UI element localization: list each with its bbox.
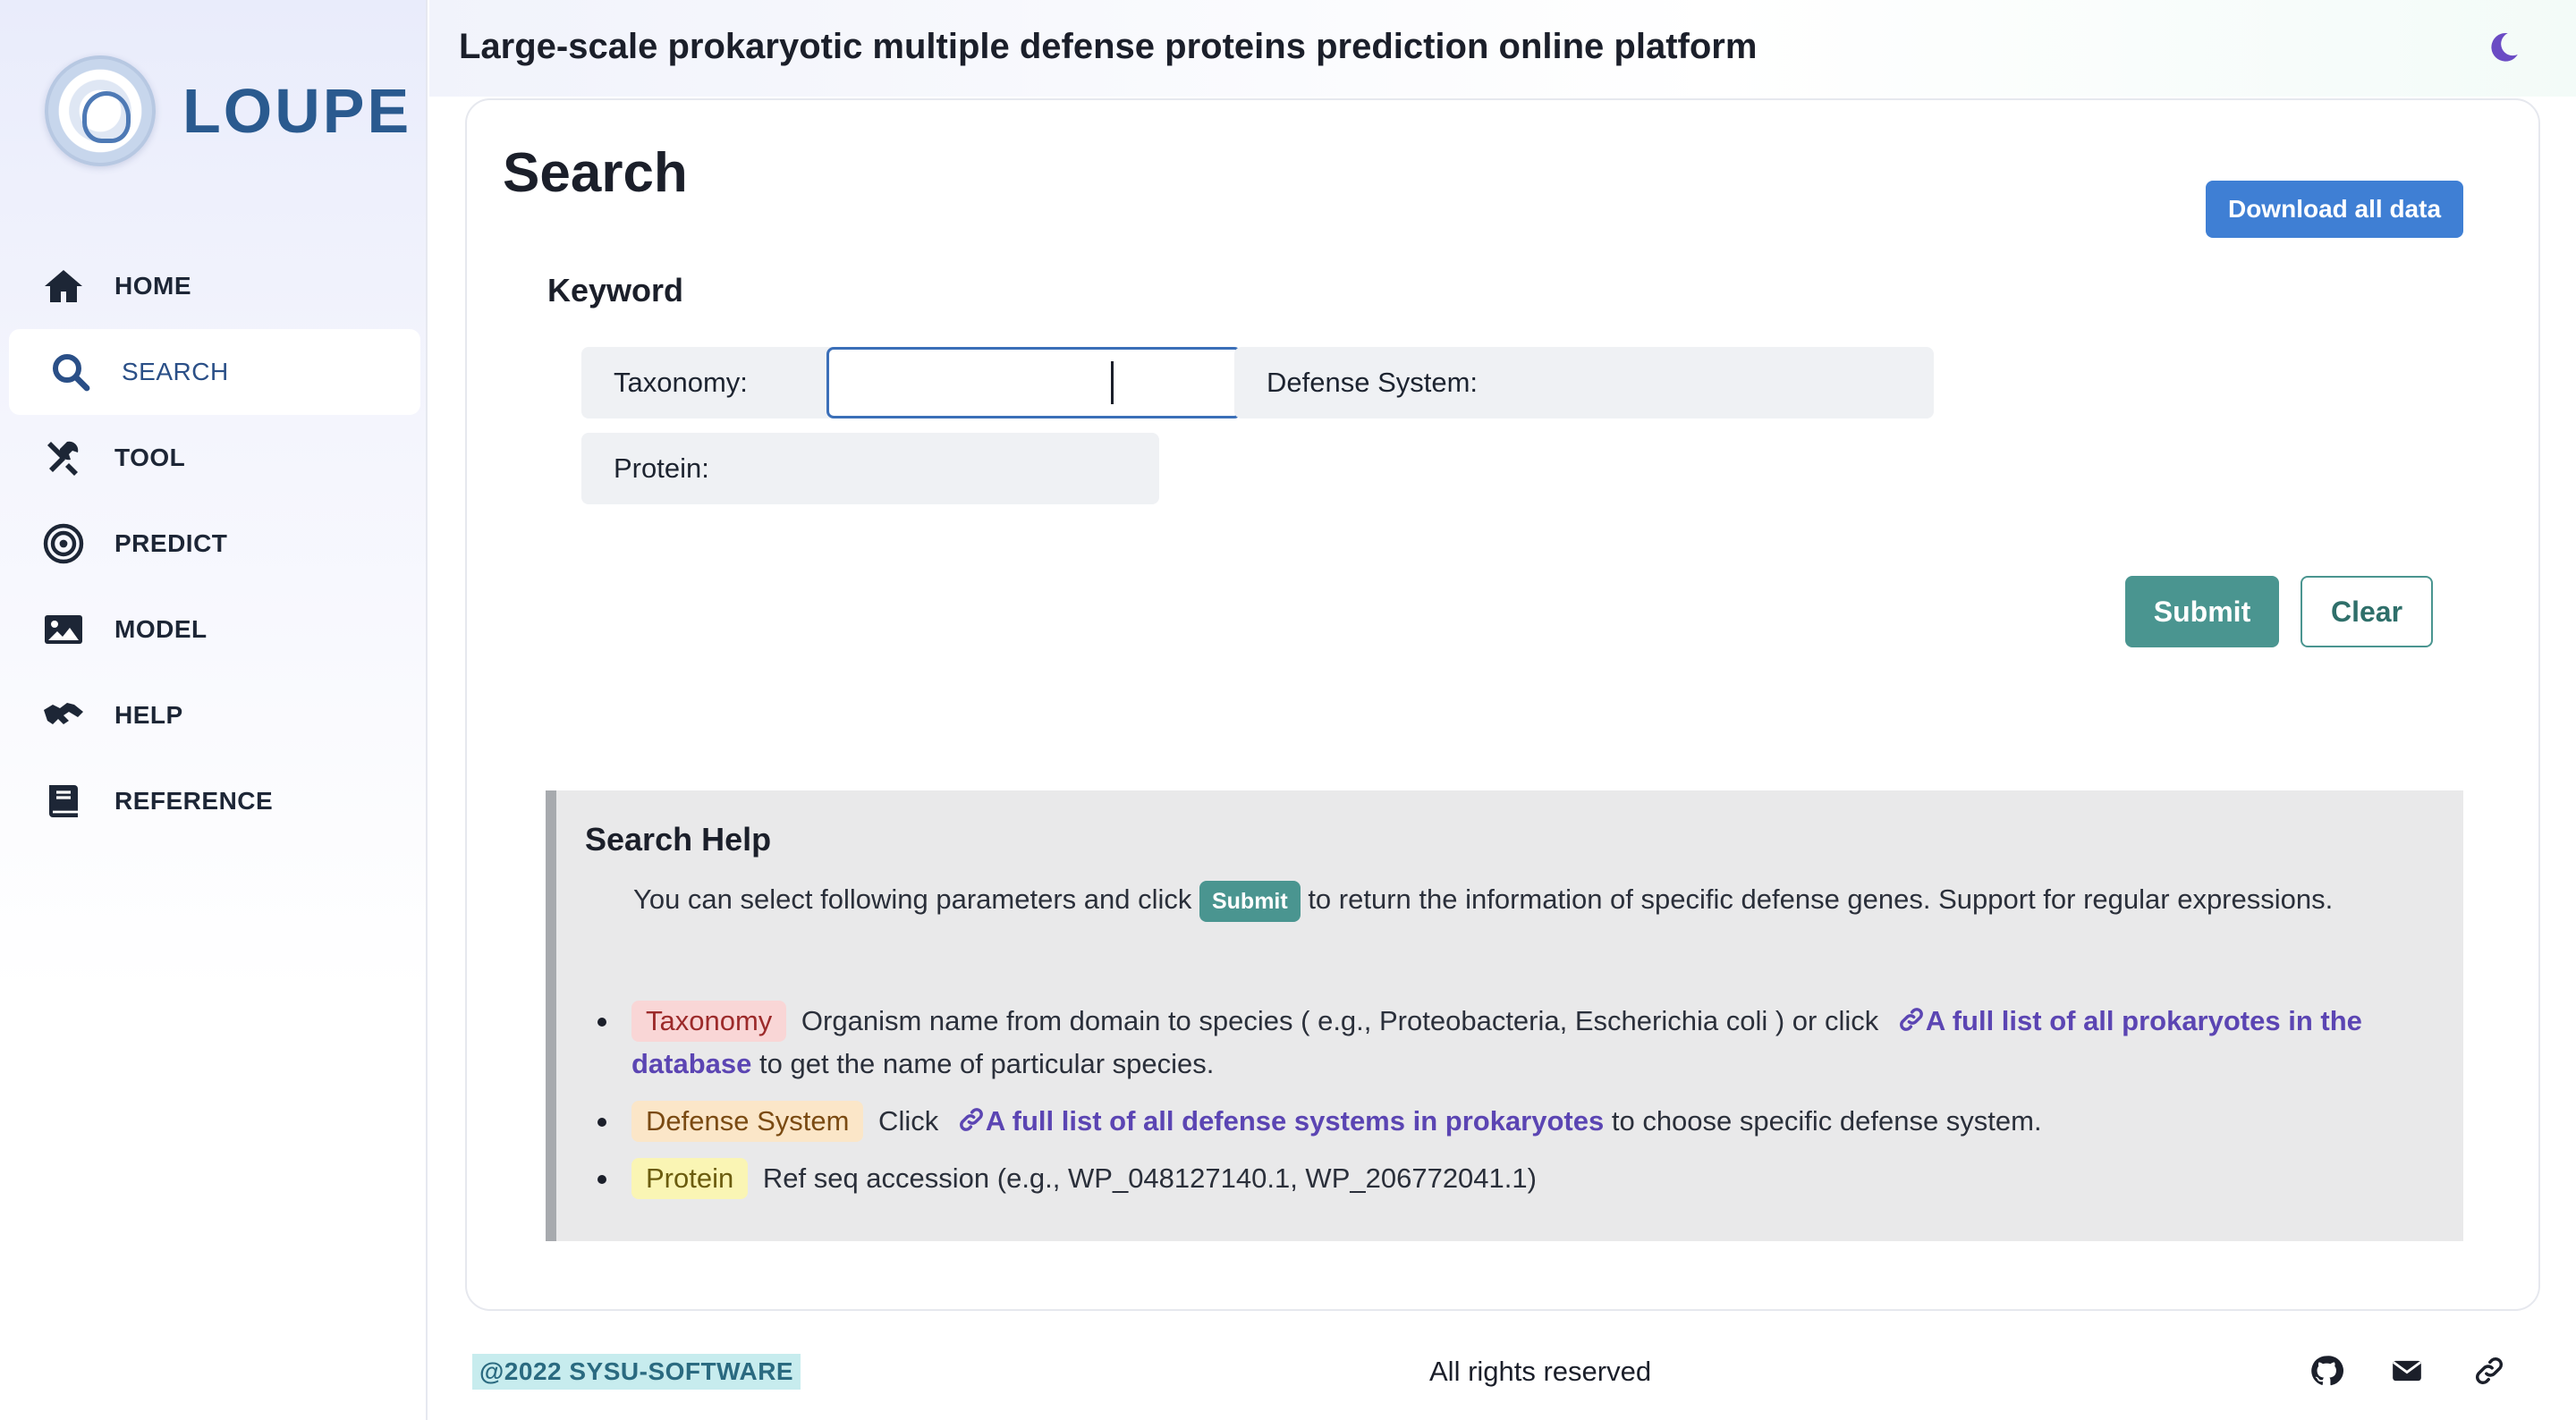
defense-systems-list-link[interactable]: A full list of all defense systems in pr…: [986, 1105, 1604, 1137]
list-item: Taxonomy Organism name from domain to sp…: [596, 1000, 2456, 1086]
target-icon: [41, 521, 86, 566]
search-help-intro: You can select following parameters and …: [605, 876, 2429, 923]
search-icon: [48, 350, 93, 394]
download-all-data-button[interactable]: Download all data: [2206, 181, 2463, 238]
copyright-badge: @2022 SYSU-SOFTWARE: [472, 1354, 801, 1390]
list-item: Protein Ref seq accession (e.g., WP_0481…: [596, 1157, 2456, 1200]
sidebar-item-label: HELP: [114, 701, 183, 729]
sidebar-item-home[interactable]: HOME: [9, 243, 420, 329]
sidebar-item-label: TOOL: [114, 444, 186, 471]
search-card: Search Download all data Keyword Taxonom…: [465, 98, 2540, 1311]
book-icon: [41, 779, 86, 824]
search-help-list: Taxonomy Organism name from domain to sp…: [596, 1000, 2456, 1214]
submit-button[interactable]: Submit: [2125, 576, 2279, 647]
sidebar-item-tool[interactable]: TOOL: [9, 415, 420, 501]
list-item: Defense System Click A full list of all …: [596, 1100, 2456, 1143]
search-help-box: Search Help You can select following par…: [546, 790, 2463, 1241]
protein-tag: Protein: [631, 1158, 749, 1199]
defense-system-field[interactable]: Defense System:: [1234, 347, 1934, 418]
taxonomy-input-wrapper: [826, 347, 1241, 418]
image-icon: [41, 607, 86, 652]
protein-label: Protein:: [581, 433, 1159, 504]
help-intro-text: to return the information of specific de…: [1300, 883, 2334, 915]
site-title: Large-scale prokaryotic multiple defense…: [459, 27, 1758, 66]
sidebar-item-label: MODEL: [114, 615, 208, 643]
page-title: Search: [503, 142, 688, 204]
handshake-icon: [41, 693, 86, 738]
sidebar-item-search[interactable]: SEARCH: [9, 329, 420, 415]
help-intro-text: You can select following parameters and …: [633, 883, 1199, 915]
text-caret: [1111, 361, 1114, 404]
protein-field[interactable]: Protein:: [581, 433, 1159, 504]
top-header: Large-scale prokaryotic multiple defense…: [429, 0, 2576, 97]
taxonomy-field-group: Taxonomy:: [581, 347, 1241, 418]
sidebar-item-model[interactable]: MODEL: [9, 587, 420, 672]
clear-button[interactable]: Clear: [2301, 576, 2433, 647]
sidebar-item-label: REFERENCE: [114, 787, 274, 815]
taxonomy-tag: Taxonomy: [631, 1001, 787, 1042]
defense-system-label: Defense System:: [1234, 347, 1934, 418]
link-icon: [1899, 1008, 1923, 1031]
help-item-text: to choose specific defense system.: [1604, 1105, 2042, 1137]
sidebar: LOUPE HOME SEARCH TOOL PREDICT MODEL HEL…: [0, 0, 428, 1420]
help-item-text: to get the name of particular species.: [751, 1048, 1215, 1079]
search-help-title: Search Help: [585, 821, 772, 858]
brand-name: LOUPE: [182, 76, 412, 146]
home-icon: [41, 264, 86, 309]
dark-mode-toggle-icon[interactable]: [2487, 30, 2521, 64]
github-icon[interactable]: [2309, 1354, 2343, 1388]
sidebar-item-reference[interactable]: REFERENCE: [9, 758, 420, 844]
inline-submit-badge: Submit: [1199, 880, 1301, 922]
sidebar-item-label: SEARCH: [122, 358, 229, 385]
help-item-text: Organism name from domain to species ( e…: [793, 1005, 1886, 1036]
sidebar-item-help[interactable]: HELP: [9, 672, 420, 758]
loupe-logo: [45, 55, 156, 166]
rights-text: All rights reserved: [1429, 1356, 1652, 1387]
link-icon: [959, 1108, 983, 1131]
brand[interactable]: LOUPE: [45, 55, 411, 166]
tools-icon: [41, 435, 86, 480]
sidebar-item-predict[interactable]: PREDICT: [9, 501, 420, 587]
taxonomy-label: Taxonomy:: [581, 347, 832, 418]
keyword-heading: Keyword: [547, 272, 684, 309]
taxonomy-input[interactable]: [826, 347, 1241, 418]
sidebar-nav: HOME SEARCH TOOL PREDICT MODEL HELP REFE…: [9, 243, 420, 844]
defense-system-tag: Defense System: [631, 1101, 864, 1142]
help-item-text: Click: [870, 1105, 946, 1137]
help-item-text: Ref seq accession (e.g., WP_048127140.1,…: [755, 1162, 1537, 1194]
link-icon[interactable]: [2472, 1354, 2506, 1388]
sidebar-item-label: PREDICT: [114, 529, 228, 557]
mail-icon[interactable]: [2390, 1354, 2424, 1388]
sidebar-item-label: HOME: [114, 272, 191, 300]
